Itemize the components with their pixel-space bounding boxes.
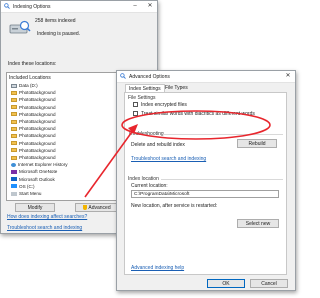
location-label: Data (D:) bbox=[19, 83, 38, 88]
magnifier-app-icon bbox=[4, 3, 10, 9]
location-label: PhotoBackground bbox=[19, 104, 56, 110]
troubleshooting-divider bbox=[163, 134, 283, 135]
location-row[interactable]: Microsoft Outlook bbox=[11, 177, 55, 183]
cancel-button[interactable]: Cancel bbox=[250, 279, 288, 288]
window-title: Indexing Options bbox=[13, 4, 51, 10]
location-row[interactable]: Start Menu bbox=[11, 191, 41, 197]
location-label: PhotoBackground bbox=[19, 126, 56, 132]
location-label: Microsoft OneNote bbox=[19, 169, 58, 175]
troubleshoot-search-link[interactable]: Troubleshoot search and indexing bbox=[7, 225, 82, 231]
index-encrypted-label: Index encrypted files bbox=[141, 102, 187, 108]
folder-icon bbox=[11, 141, 17, 146]
drive-icon bbox=[11, 83, 17, 88]
file-settings-label: File Settings bbox=[128, 95, 156, 101]
location-label: PhotoBackground bbox=[19, 111, 56, 117]
location-label: PhotoBackground bbox=[19, 97, 56, 103]
tab-index-settings[interactable]: Index Settings bbox=[125, 84, 165, 92]
indexing-status: Indexing is paused. bbox=[37, 31, 81, 37]
folder-icon bbox=[11, 105, 17, 110]
advanced-button-label: Advanced bbox=[88, 205, 111, 211]
location-label: PhotoBackground bbox=[19, 147, 56, 153]
folder-icon bbox=[11, 112, 17, 117]
indexing-options-titlebar: Indexing Options – ✕ bbox=[1, 1, 157, 13]
location-row[interactable]: PhotoBackground bbox=[11, 141, 56, 147]
current-location-field: C:\ProgramData\Microsoft bbox=[131, 190, 279, 198]
folder-icon bbox=[11, 119, 17, 124]
location-row[interactable]: Internet Explorer History bbox=[11, 162, 68, 168]
location-label: PhotoBackground bbox=[19, 119, 56, 124]
folder-icon bbox=[11, 155, 17, 160]
diacritics-checkbox[interactable] bbox=[133, 111, 138, 116]
location-label: Internet Explorer History bbox=[18, 162, 68, 168]
delete-rebuild-label: Delete and rebuild index bbox=[131, 142, 185, 148]
select-new-button[interactable]: Select new bbox=[237, 219, 279, 228]
current-location-label: Current location: bbox=[131, 183, 168, 189]
location-row[interactable]: PhotoBackground bbox=[11, 105, 56, 111]
os-drive-icon bbox=[11, 184, 17, 189]
location-row[interactable]: PhotoBackground bbox=[11, 133, 56, 139]
index-location-label: Index location bbox=[128, 176, 159, 182]
advanced-options-window: Advanced Options ✕ Index Settings File T… bbox=[116, 70, 296, 291]
magnifier-app-icon bbox=[120, 73, 126, 79]
index-these-locations-label: Index these locations: bbox=[8, 61, 57, 67]
location-label: PhotoBackground bbox=[19, 140, 56, 146]
location-label: Microsoft Outlook bbox=[19, 176, 55, 182]
location-row[interactable]: Microsoft OneNote bbox=[11, 169, 57, 175]
tab-panel: File Settings Index encrypted files Trea… bbox=[124, 92, 287, 275]
rebuild-button[interactable]: Rebuild bbox=[237, 139, 277, 148]
location-row[interactable]: PhotoBackground bbox=[11, 97, 56, 103]
location-row[interactable]: PhotoBackground bbox=[11, 155, 56, 161]
modify-button[interactable]: Modify bbox=[15, 203, 55, 212]
new-location-label: New location, after service is restarted… bbox=[131, 203, 218, 209]
location-label: PhotoBackground bbox=[19, 133, 56, 139]
troubleshoot-search-link[interactable]: Troubleshoot search and indexing bbox=[131, 156, 206, 162]
shield-icon bbox=[83, 204, 88, 210]
advanced-button[interactable]: Advanced bbox=[75, 203, 119, 212]
indexing-drive-icon bbox=[9, 20, 31, 34]
location-row[interactable]: PhotoBackground bbox=[11, 126, 56, 132]
location-row[interactable]: PhotoBackground bbox=[11, 148, 56, 154]
close-icon[interactable]: ✕ bbox=[146, 3, 154, 10]
troubleshooting-label: Troubleshooting bbox=[128, 131, 164, 137]
window-title: Advanced Options bbox=[129, 74, 170, 80]
close-icon[interactable]: ✕ bbox=[284, 73, 292, 80]
folder-icon bbox=[11, 126, 17, 131]
tab-file-types[interactable]: File Types bbox=[162, 84, 191, 92]
outlook-icon bbox=[11, 177, 17, 182]
index-location-divider bbox=[161, 179, 283, 180]
location-row[interactable]: OS (C:) bbox=[11, 184, 35, 190]
ok-button[interactable]: OK bbox=[207, 279, 245, 288]
index-encrypted-checkbox[interactable] bbox=[133, 102, 138, 107]
folder-icon bbox=[11, 148, 17, 153]
location-row[interactable]: PhotoBackground bbox=[11, 112, 56, 118]
location-row[interactable]: PhotoBackground bbox=[11, 90, 56, 96]
location-label: OS (C:) bbox=[19, 183, 35, 189]
location-label: PhotoBackground bbox=[19, 155, 56, 160]
minimize-icon[interactable]: – bbox=[131, 3, 139, 10]
internet-explorer-icon bbox=[11, 162, 16, 167]
location-row[interactable]: PhotoBackground bbox=[11, 119, 56, 125]
location-row[interactable]: Data (D:) bbox=[11, 83, 38, 89]
indexing-affect-searches-link[interactable]: How does indexing affect searches? bbox=[7, 214, 87, 220]
location-label: PhotoBackground bbox=[19, 90, 56, 96]
included-locations-header: Included Locations bbox=[9, 75, 51, 81]
items-indexed-count: 258 items indexed bbox=[35, 18, 76, 24]
folder-icon bbox=[11, 133, 17, 138]
folder-icon bbox=[11, 97, 17, 102]
advanced-options-titlebar: Advanced Options ✕ bbox=[117, 71, 295, 83]
start-menu-icon bbox=[11, 191, 17, 196]
advanced-indexing-help-link[interactable]: Advanced indexing help bbox=[131, 265, 184, 271]
onenote-icon bbox=[11, 169, 17, 174]
diacritics-label: Treat similar words with diacritics as d… bbox=[141, 111, 255, 117]
folder-icon bbox=[11, 90, 17, 95]
location-label: Start Menu bbox=[19, 191, 42, 196]
